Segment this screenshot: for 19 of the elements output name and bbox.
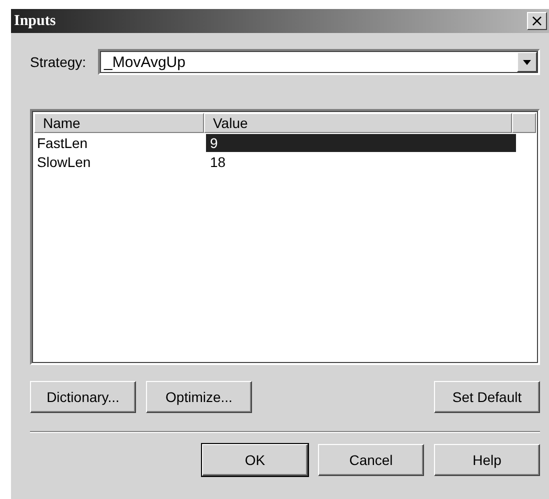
- close-button[interactable]: ×: [527, 12, 547, 30]
- tool-button[interactable]: Optimize...: [146, 381, 252, 413]
- name-cell[interactable]: SlowLen: [34, 154, 206, 170]
- caret-icon: [523, 60, 531, 64]
- dialog-button[interactable]: Help: [434, 444, 540, 476]
- dialog-button[interactable]: Cancel: [318, 444, 424, 476]
- strategy-dropdown[interactable]: _MovAvgUp: [98, 49, 540, 75]
- dropdown-button[interactable]: [517, 52, 537, 72]
- tool-button[interactable]: Dictionary...: [30, 381, 136, 413]
- value-cell[interactable]: 18: [206, 152, 516, 170]
- window-title: Inputs: [14, 12, 56, 30]
- strategy-label: Strategy:: [30, 54, 86, 70]
- column-header[interactable]: Value: [204, 113, 512, 133]
- dialog-button[interactable]: OK: [202, 444, 308, 476]
- column-header[interactable]: Name: [34, 113, 204, 133]
- value-cell[interactable]: 9: [206, 134, 516, 152]
- column-header-filler: [512, 113, 536, 133]
- tool-button[interactable]: Set Default: [434, 381, 540, 413]
- name-cell[interactable]: FastLen: [34, 134, 206, 150]
